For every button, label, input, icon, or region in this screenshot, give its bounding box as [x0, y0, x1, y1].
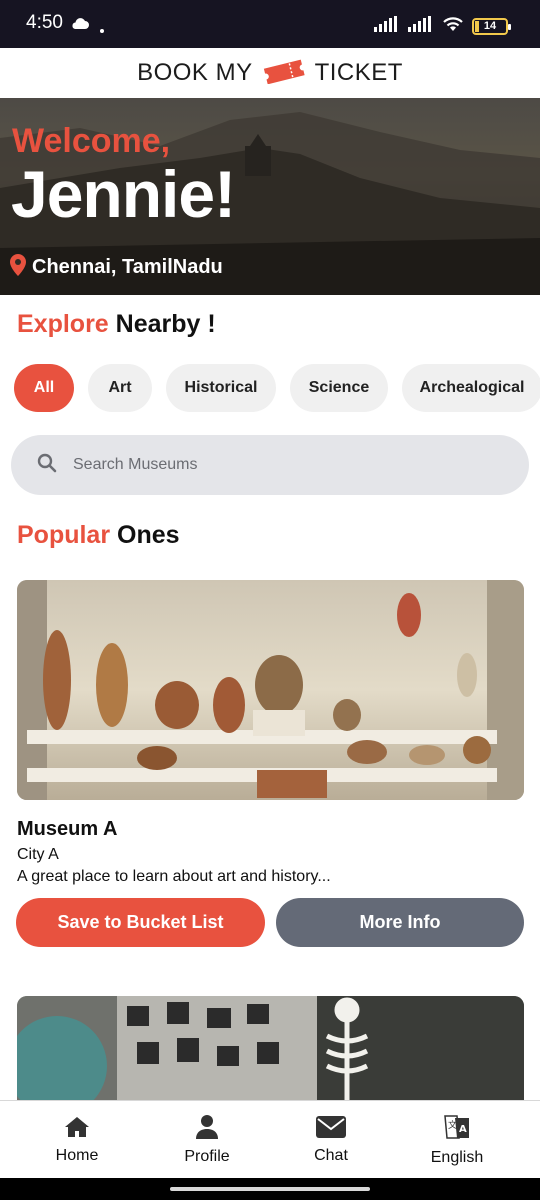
chip-science[interactable]: Science [290, 364, 388, 412]
nav-chat[interactable]: Chat [266, 1101, 396, 1179]
status-bar: 4:50 14 [0, 0, 540, 48]
search-bar[interactable] [11, 435, 529, 495]
chip-archealogical[interactable]: Archealogical [402, 364, 540, 412]
battery-level: 14 [483, 20, 497, 32]
hero-banner: Welcome, Jennie! Chennai, TamilNadu [0, 98, 540, 295]
home-gesture-handle[interactable] [170, 1187, 370, 1191]
category-chips: All Art Historical Science Archealogical [14, 364, 540, 412]
home-icon [64, 1116, 90, 1143]
museum-card-description: A great place to learn about art and his… [17, 868, 331, 885]
envelope-icon [316, 1115, 346, 1143]
brand-text-right: TICKET [314, 59, 403, 86]
location-text: Chennai, TamilNadu [32, 256, 223, 278]
popular-heading: Popular Ones [17, 521, 180, 550]
save-to-bucket-list-button[interactable]: Save to Bucket List [16, 898, 265, 947]
app-header: BOOK MY TICKET [0, 48, 540, 98]
search-icon [37, 453, 57, 478]
explore-heading-rest: Nearby ! [115, 310, 216, 338]
cloud-notification-icon [70, 16, 90, 35]
battery-icon: 14 [472, 18, 511, 35]
explore-heading-accent: Explore [17, 310, 109, 338]
popular-heading-accent: Popular [17, 521, 111, 549]
nav-home[interactable]: Home [12, 1101, 142, 1179]
museum-card-image-2[interactable] [17, 996, 524, 1100]
nav-chat-label: Chat [314, 1146, 348, 1164]
chip-art[interactable]: Art [88, 364, 152, 412]
explore-heading: Explore Nearby ! [17, 310, 216, 339]
gesture-bar [0, 1178, 540, 1200]
svg-text:A: A [459, 1124, 467, 1135]
user-icon [196, 1114, 218, 1144]
chip-historical[interactable]: Historical [166, 364, 276, 412]
translate-icon: 文A [444, 1114, 470, 1145]
svg-text:文: 文 [448, 1119, 457, 1131]
museum-card-city: City A [17, 846, 59, 863]
bottom-navigation: Home Profile Chat 文A English [0, 1100, 540, 1178]
search-input[interactable] [73, 456, 473, 474]
popular-heading-rest: Ones [117, 521, 180, 549]
nav-profile[interactable]: Profile [142, 1101, 272, 1179]
chip-all[interactable]: All [14, 364, 74, 412]
museum-card-title[interactable]: Museum A [17, 818, 117, 841]
signal-icon [374, 16, 400, 37]
brand-text-left: BOOK MY [137, 59, 253, 86]
location-row[interactable]: Chennai, TamilNadu [10, 254, 223, 281]
nav-home-label: Home [55, 1146, 99, 1164]
wifi-icon [442, 16, 464, 37]
status-indicators: 14 [374, 16, 511, 37]
nav-profile-label: Profile [184, 1147, 230, 1165]
map-pin-icon [10, 254, 26, 281]
notification-dot [100, 29, 104, 33]
status-time: 4:50 [26, 12, 63, 33]
museum-card-image[interactable] [17, 580, 524, 800]
nav-language-label: English [430, 1148, 484, 1166]
nav-language[interactable]: 文A English [392, 1101, 522, 1179]
username-text: Jennie! [11, 157, 236, 231]
ticket-icon [261, 58, 307, 89]
signal-icon-2 [408, 16, 434, 37]
more-info-button[interactable]: More Info [276, 898, 524, 947]
